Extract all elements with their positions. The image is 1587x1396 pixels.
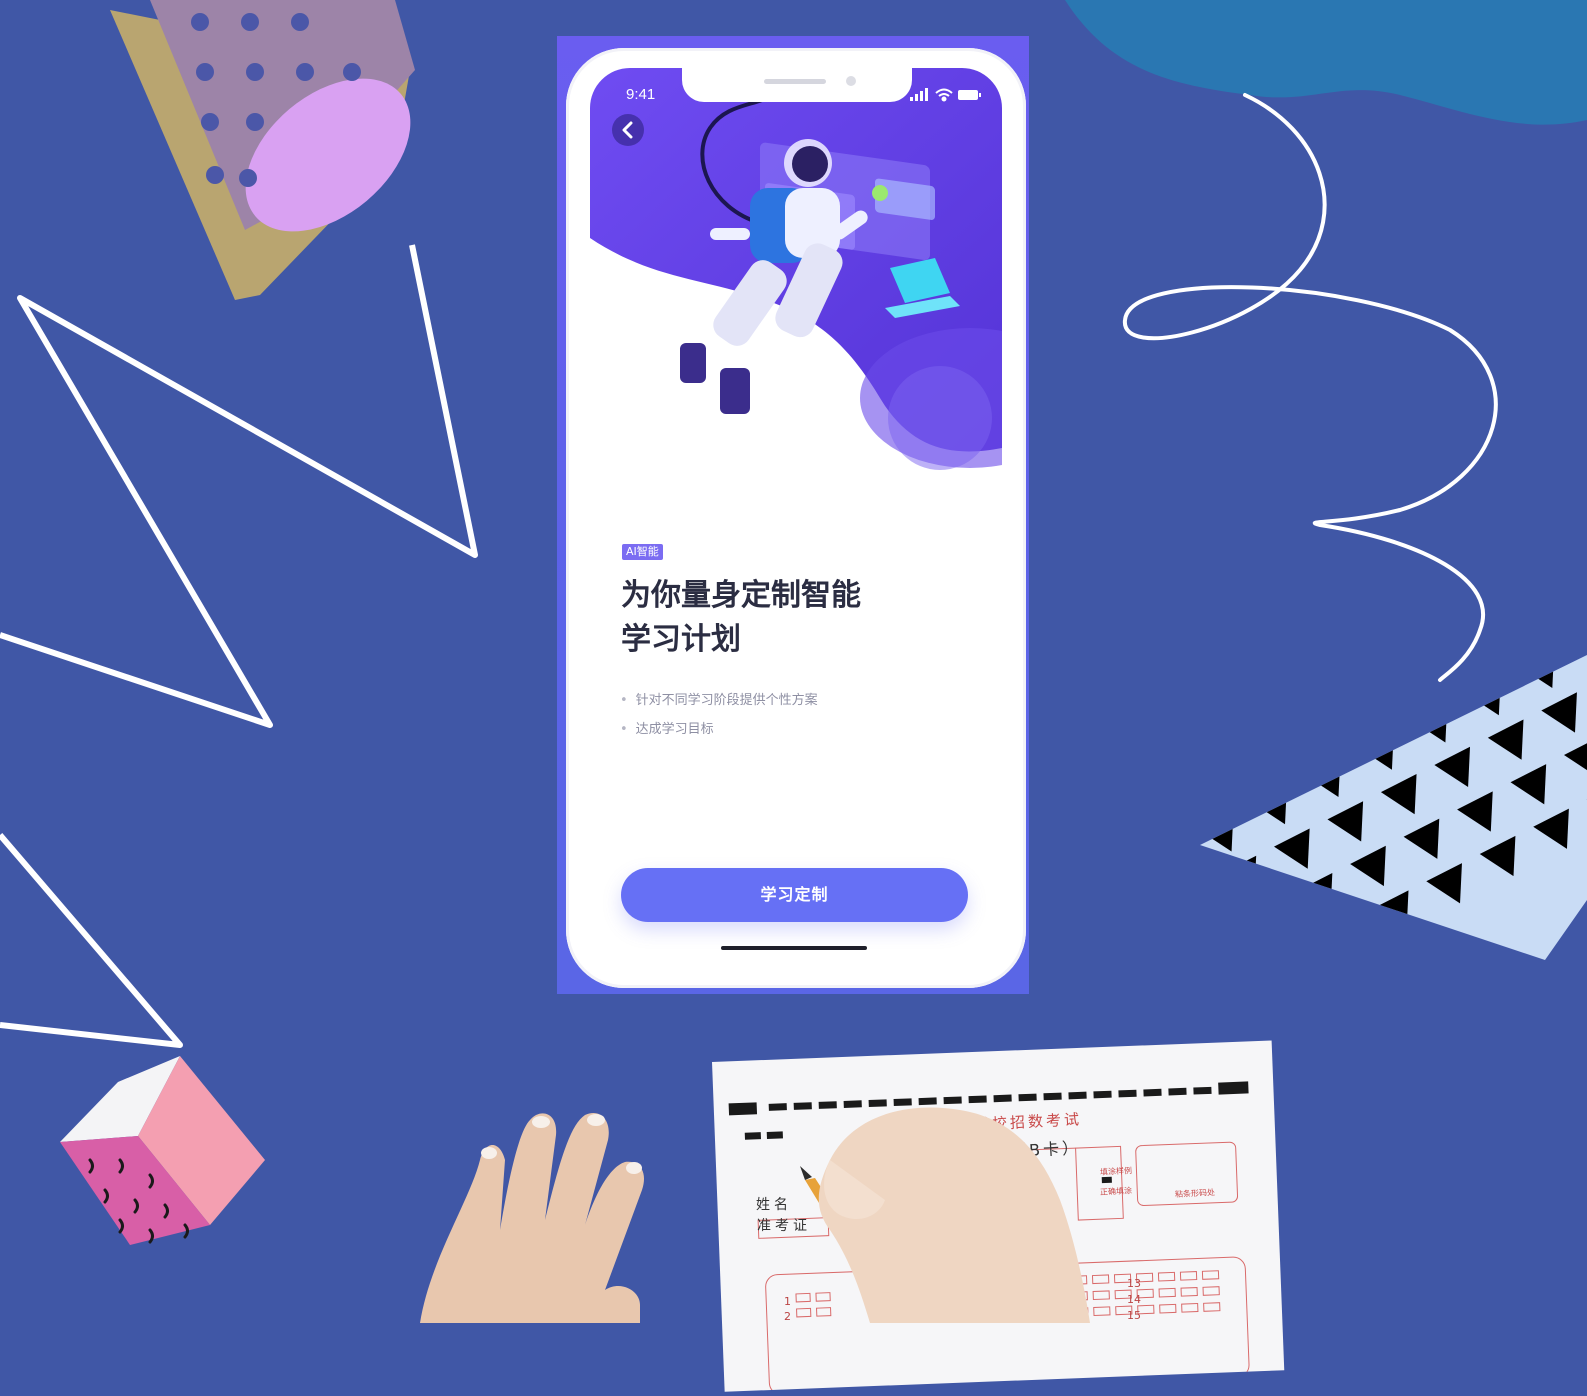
zigzag-line-lower	[0, 835, 180, 1045]
sheet-number: 2	[784, 1310, 791, 1323]
page-title: 为你量身定制智能 学习计划	[621, 574, 901, 662]
cone-shape	[110, 0, 439, 300]
home-indicator	[721, 946, 867, 950]
title-line-2: 学习计划	[621, 618, 901, 662]
sheet-subtitle: （B卡）	[1009, 1134, 1081, 1162]
feature-item: 针对不同学习阶段提供个性方案	[620, 686, 818, 715]
squiggle-line	[1125, 95, 1496, 680]
triangle-pattern	[1122, 576, 1587, 1021]
sheet-box-label: 正确填涂	[1100, 1185, 1133, 1198]
ai-badge: AI智能	[622, 544, 663, 560]
sheet-number: 13	[1127, 1277, 1141, 1290]
sheet-id-label: 准考证	[757, 1215, 811, 1235]
left-hand-illustration	[420, 1113, 644, 1323]
battery-icon	[958, 90, 981, 100]
phone-notch	[682, 68, 912, 102]
sheet-name-label: 姓名	[756, 1194, 792, 1214]
feature-item: 达成学习目标	[620, 715, 818, 744]
sheet-box-label: 粘条形码处	[1175, 1187, 1216, 1200]
wifi-icon	[936, 90, 952, 101]
sheet-number: 15	[1127, 1309, 1141, 1322]
back-button[interactable]	[612, 114, 644, 146]
title-line-1: 为你量身定制智能	[621, 574, 901, 618]
cube-shape	[60, 1056, 265, 1245]
front-camera	[846, 76, 856, 86]
zigzag-line	[0, 245, 475, 725]
feature-list: 针对不同学习阶段提供个性方案 达成学习目标	[620, 686, 818, 744]
sheet-number: 1	[784, 1295, 791, 1308]
speaker-grille	[764, 79, 826, 84]
sheet-box-label: 填涂样例	[1100, 1165, 1133, 1178]
sheet-number: 14	[1127, 1293, 1141, 1306]
phone-screen	[590, 68, 1002, 968]
back-chevron-icon	[612, 114, 644, 146]
signal-icon	[910, 88, 928, 101]
astronaut-illustration	[590, 68, 1002, 968]
teal-blob	[1065, 0, 1587, 125]
customize-study-button[interactable]: 学习定制	[621, 868, 968, 922]
status-icons	[910, 88, 982, 102]
status-time: 9:41	[626, 86, 655, 103]
